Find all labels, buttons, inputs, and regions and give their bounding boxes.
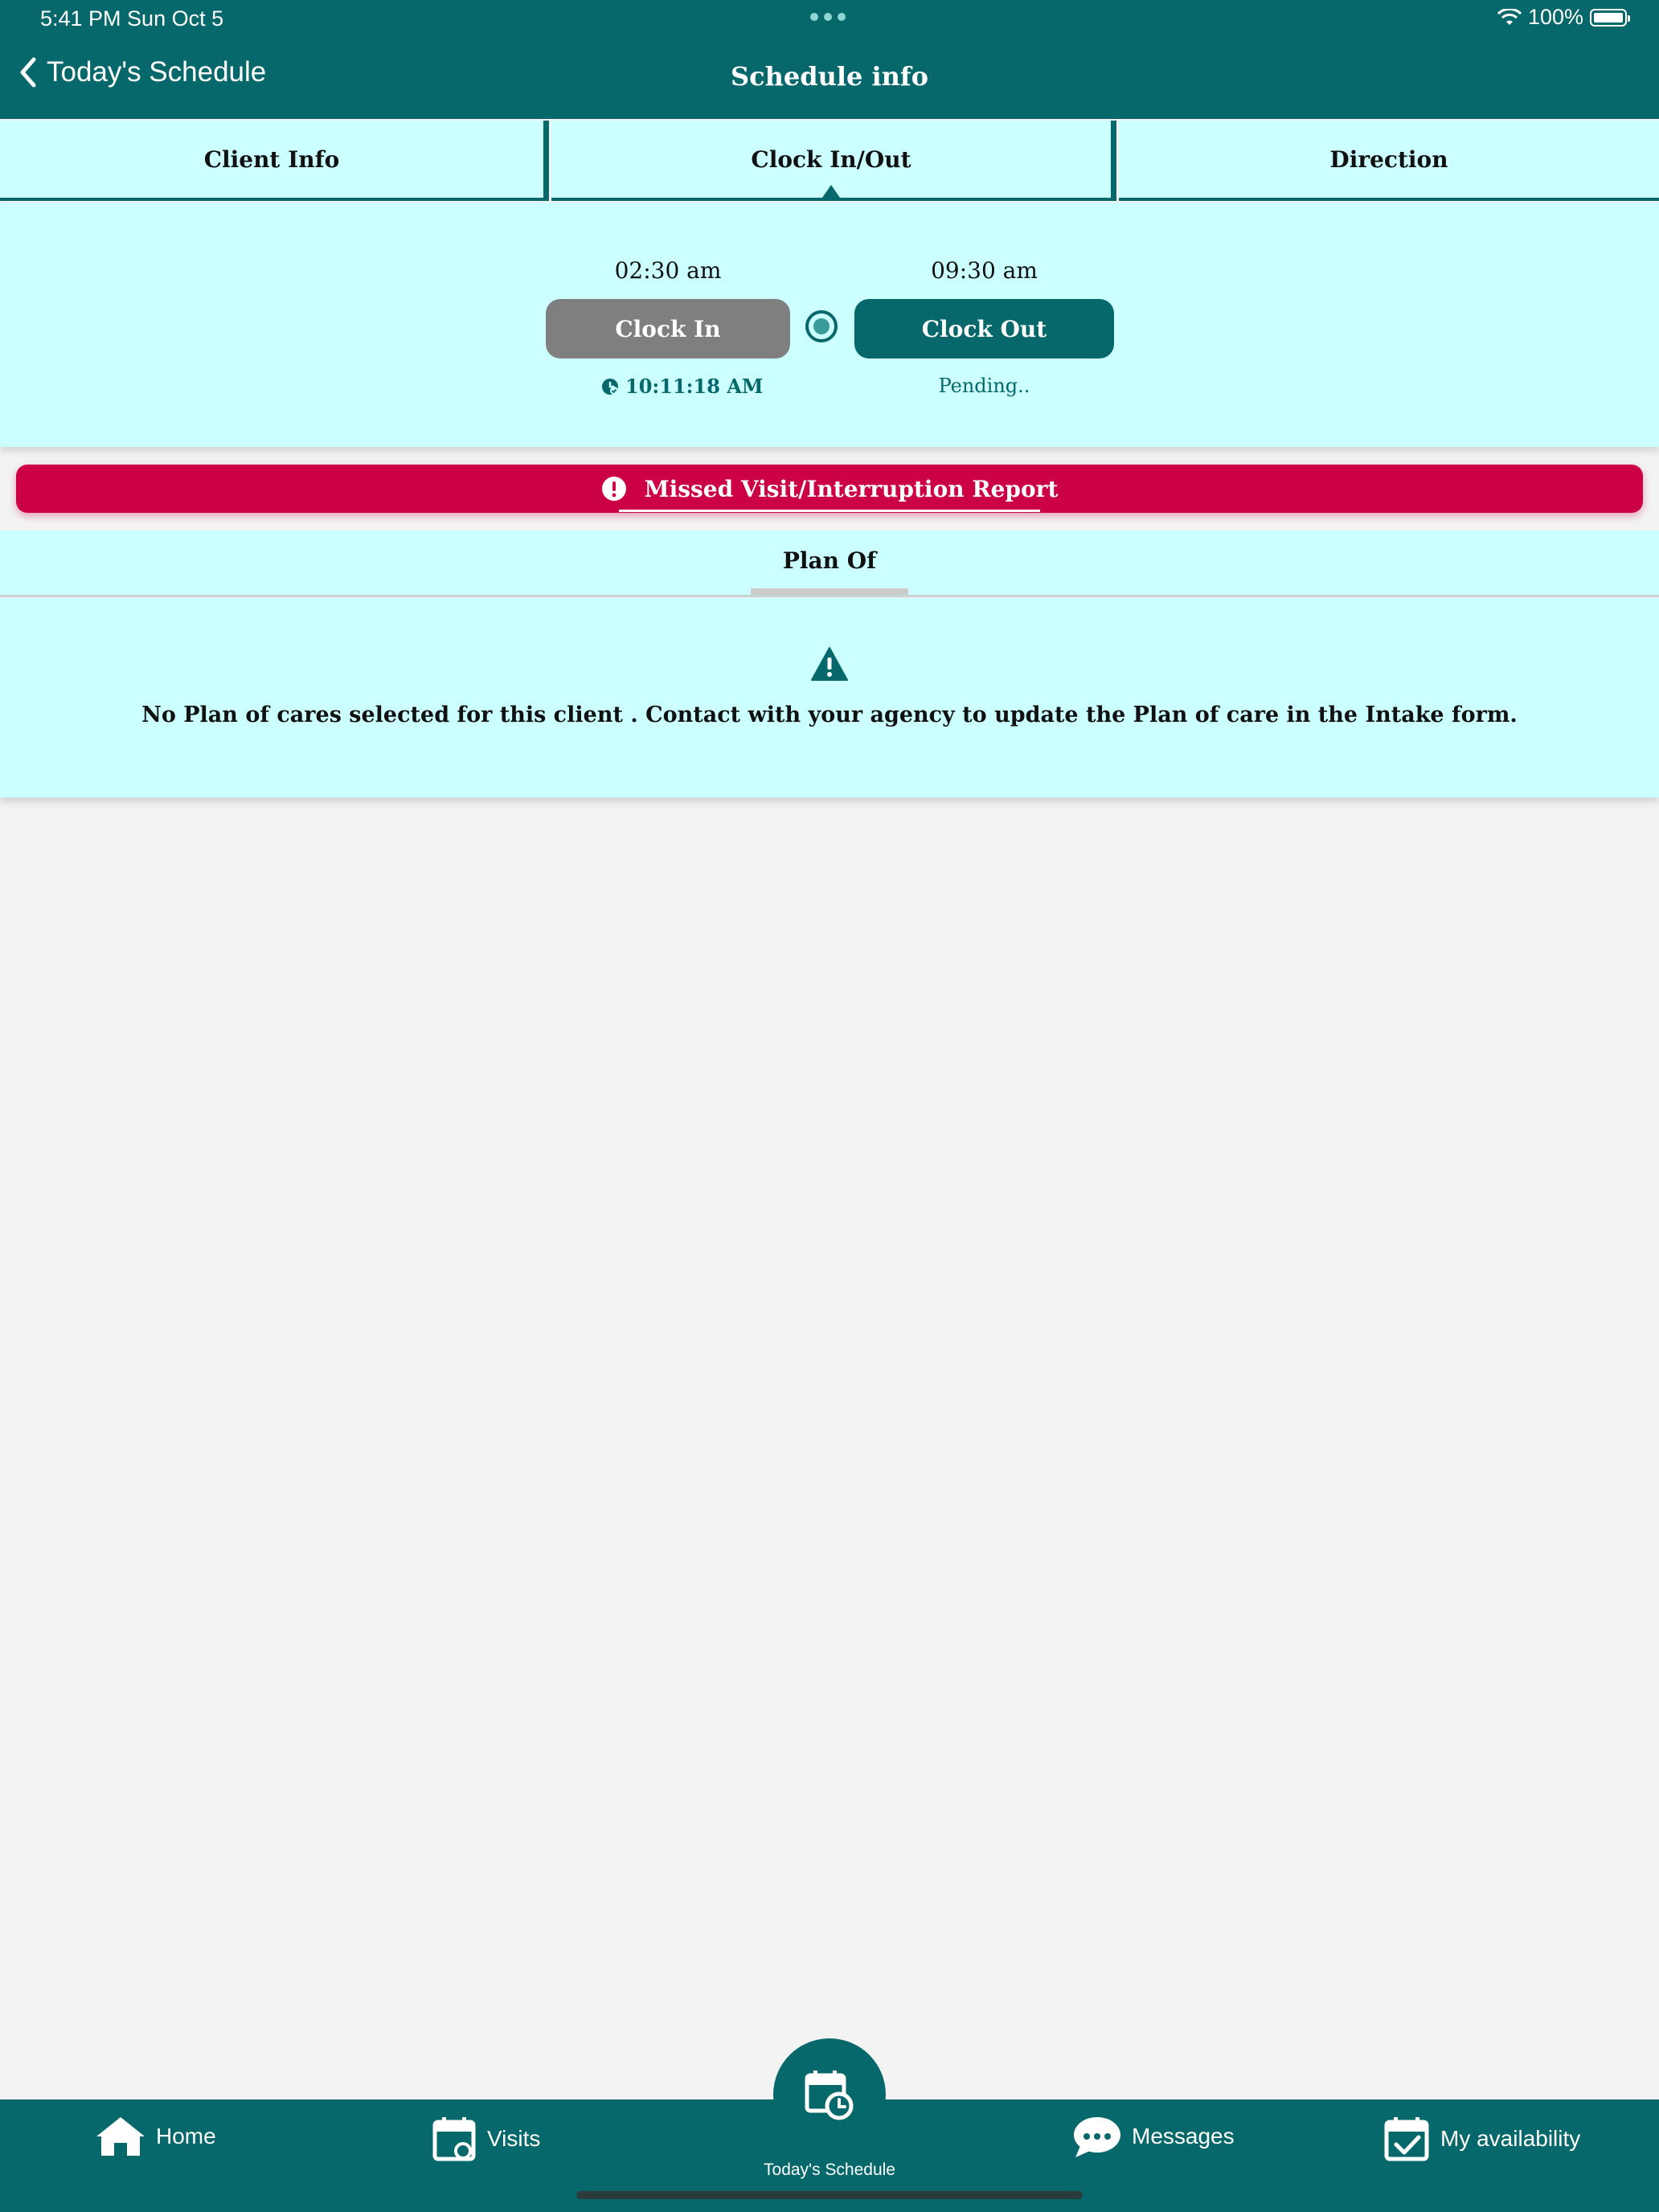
clock-panel: 02:30 am 09:30 am Clock In Clock Out 10:… [0, 203, 1659, 447]
clock-out-button[interactable]: Clock Out [854, 299, 1114, 358]
scheduled-out-time: 09:30 am [931, 257, 1038, 284]
clock-out-status: Pending.. [938, 375, 1030, 397]
nav-visits[interactable]: Visits [432, 2116, 540, 2162]
missed-visit-underline [619, 510, 1040, 512]
clocked-in-time-text: 10:11:18 AM [625, 375, 764, 398]
plan-of-care-header: Plan Of Care [0, 530, 1659, 635]
chat-bubble-icon [1074, 2117, 1120, 2157]
nav-messages[interactable]: Messages [1072, 2116, 1235, 2157]
clock-in-button[interactable]: Clock In [546, 299, 790, 358]
calendar-check-icon [1384, 2117, 1429, 2161]
no-plan-of-care-message: No Plan of cares selected for this clien… [141, 703, 1518, 727]
status-right: 100% [1497, 5, 1630, 30]
clock-check-icon [602, 378, 618, 395]
nav-messages-label: Messages [1132, 2124, 1235, 2149]
tab-divider [543, 121, 549, 201]
top-bar: 5:41 PM Sun Oct 5 100% Today's Schedule … [0, 0, 1659, 119]
nav-home[interactable]: Home [95, 2116, 216, 2157]
tab-divider [1111, 121, 1116, 201]
todays-schedule-label: Today's Schedule [764, 2161, 895, 2179]
tab-client-info[interactable]: Client Info [0, 121, 543, 201]
todays-schedule-fab[interactable] [773, 2038, 886, 2151]
battery-icon [1590, 8, 1630, 27]
missed-visit-report-button[interactable]: Missed Visit/Interruption Report [16, 465, 1643, 513]
clock-status-radio[interactable] [805, 310, 838, 342]
home-indicator [576, 2191, 1083, 2199]
status-time: 5:41 PM Sun Oct 5 [40, 6, 224, 31]
nav-my-availability[interactable]: My availability [1384, 2116, 1580, 2162]
nav-my-availability-label: My availability [1440, 2126, 1581, 2151]
warning-icon [811, 647, 848, 681]
nav-home-label: Home [156, 2124, 216, 2149]
exclamation-circle-icon [601, 477, 626, 501]
scheduled-in-time: 02:30 am [614, 257, 722, 284]
missed-visit-label: Missed Visit/Interruption Report [644, 475, 1059, 502]
home-icon [96, 2117, 145, 2156]
plan-of-care-tab-indicator [751, 588, 908, 595]
page-title: Schedule info [730, 61, 929, 92]
nav-visits-label: Visits [487, 2126, 541, 2151]
calendar-clock-icon [805, 2071, 854, 2120]
plan-of-care-body: No Plan of cares selected for this clien… [0, 598, 1659, 797]
wifi-icon [1497, 8, 1522, 25]
tab-direction[interactable]: Direction [1119, 121, 1659, 201]
calendar-search-icon [432, 2117, 476, 2161]
active-tab-indicator [822, 185, 840, 198]
tab-plan-of-care[interactable]: Plan Of Care [751, 530, 908, 635]
clocked-in-time: 10:11:18 AM [601, 375, 763, 398]
multitask-dots[interactable] [810, 13, 846, 21]
battery-percent: 100% [1527, 5, 1583, 29]
